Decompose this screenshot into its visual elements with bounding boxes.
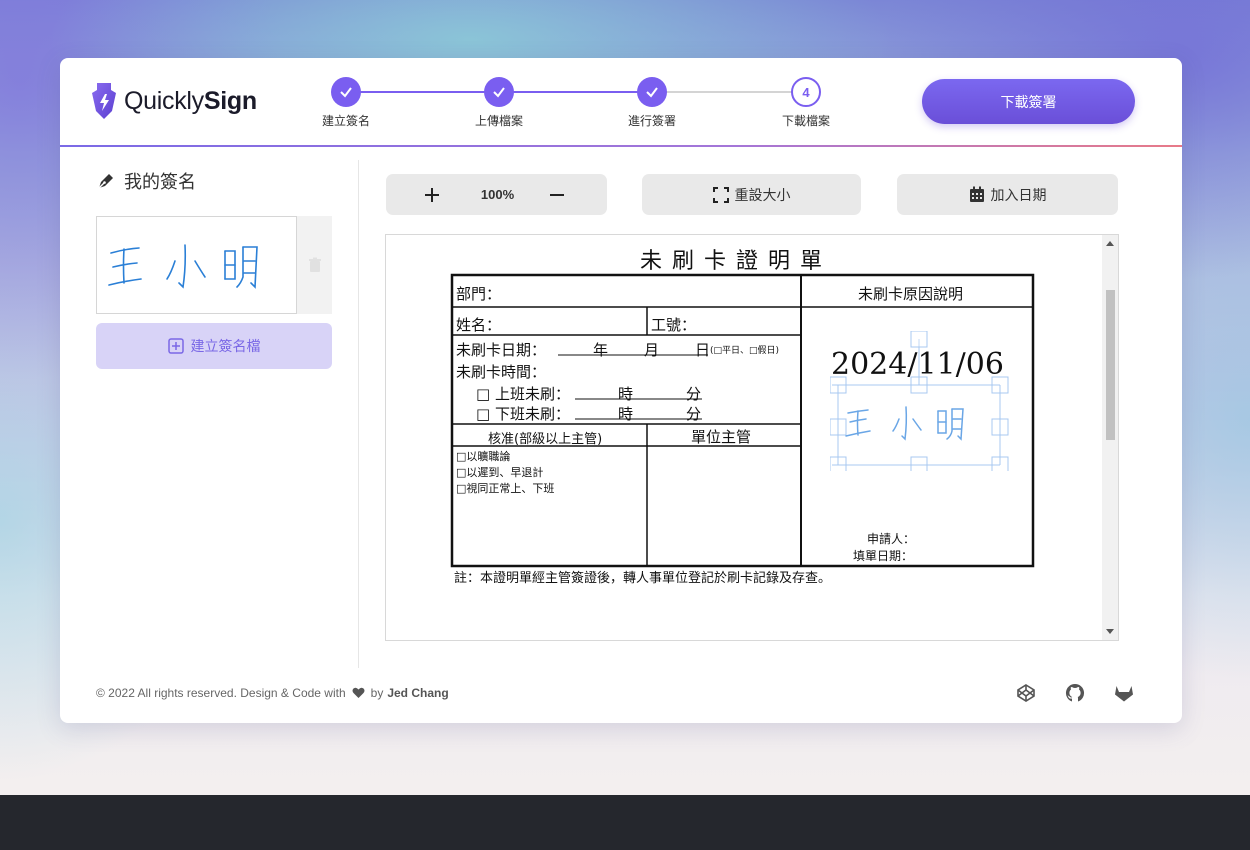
scroll-up-arrow-icon[interactable] (1106, 241, 1114, 246)
option-normal: □視同正常上、下班 (456, 482, 555, 495)
signature-thumbnail[interactable] (96, 216, 297, 314)
my-signatures-title: 我的簽名 (96, 168, 336, 194)
day-type-label: (□平日、□假日) (710, 346, 780, 356)
check-icon (331, 77, 361, 107)
scroll-thumb[interactable] (1106, 290, 1115, 440)
zoom-in-plus-icon[interactable] (424, 187, 440, 203)
trash-icon (308, 257, 321, 272)
header-divider (60, 145, 1182, 147)
day-label: 日 (695, 341, 711, 359)
step-label: 上傳檔案 (474, 114, 523, 128)
option-absent: □以曠職論 (456, 450, 511, 463)
approve-header: 核准(部級以上主管) (488, 432, 603, 447)
social-links (1015, 682, 1162, 704)
step-number: 4 (791, 77, 821, 107)
step-label: 建立簽名 (321, 114, 370, 128)
logo[interactable]: QuicklySign (88, 80, 257, 122)
unit-header: 單位主管 (691, 428, 752, 446)
check-icon (637, 77, 667, 107)
sidebar: 我的簽名 (96, 168, 336, 314)
pen-nib-logo-icon (92, 83, 116, 119)
zoom-control: 100% (386, 174, 607, 215)
signature-image (108, 244, 258, 289)
emp-no-label: 工號： (651, 316, 697, 334)
hour-label: 時 (618, 405, 634, 423)
step-sign: 進行簽署 (612, 77, 692, 129)
codepen-icon[interactable] (1015, 682, 1037, 704)
step-label: 進行簽署 (627, 114, 676, 128)
pen-icon (98, 174, 113, 189)
check-icon (484, 77, 514, 107)
name-label: 姓名： (456, 316, 502, 334)
heart-icon (352, 687, 365, 698)
add-date-button[interactable]: 加入日期 (897, 174, 1118, 215)
signature-item (96, 216, 336, 314)
applicant-label: 申請人： (867, 532, 916, 546)
placed-signature[interactable] (830, 331, 1010, 471)
step-upload-file: 上傳檔案 (459, 77, 539, 129)
option-late: □以遲到、早退計 (456, 466, 544, 479)
download-signed-button[interactable]: 下載簽署 (922, 79, 1135, 124)
footnote: 註：本證明單經主管簽證後，轉人事單位登記於刷卡記錄及存查。 (454, 571, 832, 586)
vertical-scrollbar[interactable] (1102, 235, 1118, 640)
reason-header: 未刷卡原因說明 (858, 285, 964, 303)
step-create-signature: 建立簽名 (306, 77, 386, 129)
header: QuicklySign 建立簽名 上傳檔案 進行簽署 4 下載檔案 下載簽署 (60, 58, 1182, 146)
scroll-down-arrow-icon[interactable] (1106, 629, 1114, 634)
plus-square-icon (167, 338, 184, 354)
zoom-level: 100% (480, 187, 515, 202)
create-signature-button[interactable]: 建立簽名檔 (96, 323, 332, 369)
gitlab-icon[interactable] (1113, 682, 1135, 704)
fill-date-label: 填單日期： (853, 549, 914, 563)
pdf-page: 未刷卡證明單 未刷卡原因說明 部門： 姓名： 工號： 未刷卡日期： 年 月 日 … (386, 235, 1104, 640)
year-label: 年 (593, 341, 609, 359)
author-link[interactable]: Jed Chang (387, 686, 448, 700)
step-label: 下載檔案 (781, 114, 830, 128)
dept-label: 部門： (456, 285, 502, 303)
hour-label: 時 (618, 385, 634, 403)
app-card: QuicklySign 建立簽名 上傳檔案 進行簽署 4 下載檔案 下載簽署 我… (60, 58, 1182, 723)
time-label: 未刷卡時間： (456, 363, 547, 381)
month-label: 月 (644, 341, 660, 359)
document-viewer[interactable]: 未刷卡證明單 未刷卡原因說明 部門： 姓名： 工號： 未刷卡日期： 年 月 日 … (385, 234, 1119, 641)
zoom-out-minus-icon[interactable] (549, 187, 565, 203)
step-download: 4 下載檔案 (766, 77, 846, 129)
minute-label: 分 (686, 385, 702, 403)
logo-text: QuicklySign (124, 86, 257, 115)
minute-label: 分 (686, 405, 702, 423)
reset-size-button[interactable]: 重設大小 (642, 174, 861, 215)
bottom-band (0, 795, 1250, 850)
column-divider (358, 160, 359, 668)
progress-steps: 建立簽名 上傳檔案 進行簽署 4 下載檔案 (318, 77, 830, 129)
clock-in-label: □ 上班未刷： (476, 385, 570, 403)
calendar-icon (969, 186, 984, 202)
expand-icon (712, 186, 729, 203)
date-label: 未刷卡日期： (456, 341, 547, 359)
github-icon[interactable] (1064, 682, 1086, 704)
footer-credits: © 2022 All rights reserved. Design & Cod… (96, 686, 449, 700)
clock-out-label: □ 下班未刷： (476, 405, 570, 423)
delete-signature-button[interactable] (297, 216, 332, 314)
